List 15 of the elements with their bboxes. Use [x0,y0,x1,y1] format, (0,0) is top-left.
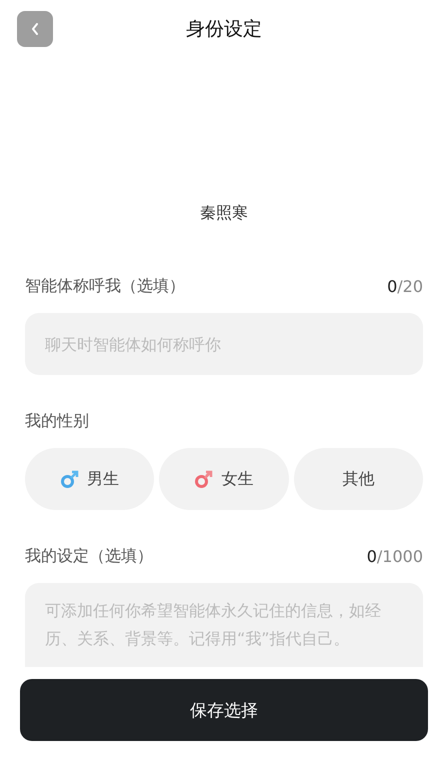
section-label: 智能体称呼我（选填） [25,276,185,297]
character-counter: 0/1000 [366,547,423,566]
section-label: 我的设定（选填） [25,546,153,567]
back-button[interactable] [17,11,53,47]
male-symbol-icon [60,470,80,488]
character-counter: 0/20 [387,277,423,296]
back-icon [30,22,40,36]
profile-name: 秦照寒 [199,203,249,224]
gender-option[interactable]: 男生 [25,448,154,510]
gender-option[interactable]: 其他 [294,448,423,510]
save-button[interactable]: 保存选择 [20,679,428,741]
gender-option[interactable]: 女生 [159,448,289,510]
page-title: 身份设定 [186,17,262,42]
section-label: 我的性别 [25,411,89,432]
gender-symbol-icon [194,470,214,488]
